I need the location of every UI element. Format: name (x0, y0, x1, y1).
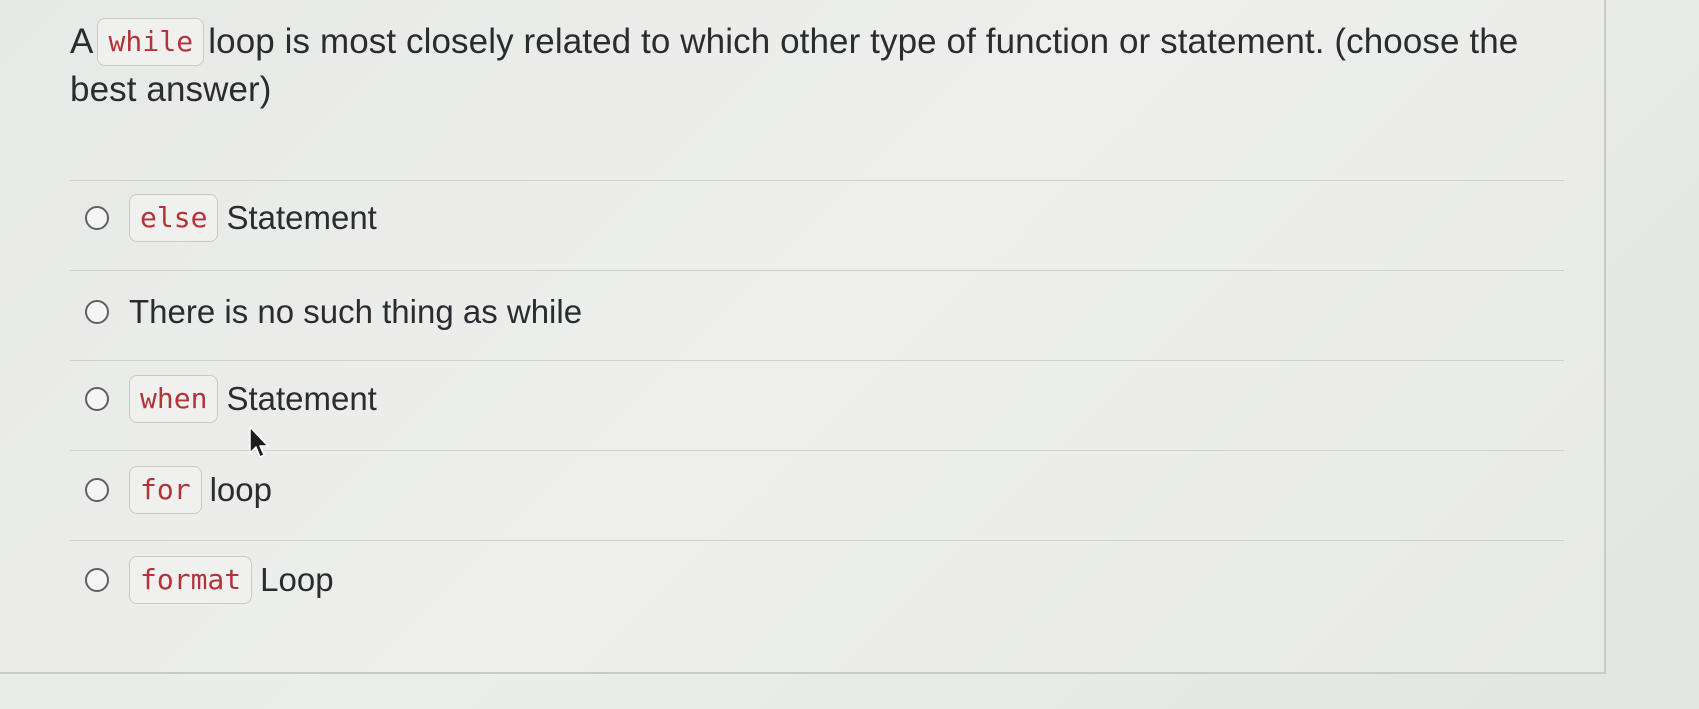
answer-code: when (129, 375, 219, 423)
radio-button-icon[interactable] (85, 478, 109, 502)
divider (70, 360, 1564, 361)
answer-label: There is no such thing as while (129, 293, 582, 331)
answer-text: There is no such thing as while (129, 293, 583, 330)
divider (70, 270, 1564, 271)
answer-option-when[interactable]: when Statement (70, 371, 377, 427)
answer-option-for[interactable]: for loop (70, 462, 272, 518)
question-code-while: while (97, 18, 205, 66)
answer-option-no-such-thing[interactable]: There is no such thing as while (70, 284, 582, 340)
radio-button-icon[interactable] (85, 206, 109, 230)
answer-label: for loop (129, 466, 272, 514)
answer-label: when Statement (129, 375, 377, 423)
answer-text: Statement (226, 380, 377, 417)
answer-text: loop (209, 471, 272, 508)
divider (70, 180, 1564, 181)
page: Awhile loop is most closely related to wh… (0, 0, 1699, 709)
mouse-pointer-icon (249, 426, 269, 458)
answer-code: format (129, 556, 253, 604)
answer-text: Loop (260, 561, 334, 598)
answer-option-format[interactable]: format Loop (70, 552, 334, 608)
answer-label: format Loop (129, 556, 334, 604)
radio-button-icon[interactable] (85, 387, 109, 411)
answer-code: else (129, 194, 219, 242)
radio-button-icon[interactable] (85, 300, 109, 324)
question-card: Awhile loop is most closely related to wh… (0, 0, 1606, 674)
divider (70, 540, 1564, 541)
divider (70, 450, 1564, 451)
answer-label: else Statement (129, 194, 377, 242)
question-text: Awhile loop is most closely related to wh… (70, 18, 1570, 114)
question-suffix: loop is most closely related to which ot… (70, 22, 1519, 109)
radio-button-icon[interactable] (85, 568, 109, 592)
answer-text: Statement (226, 199, 377, 236)
answer-code: for (129, 466, 202, 514)
question-prefix: A (70, 22, 94, 61)
answer-option-else[interactable]: else Statement (70, 190, 377, 246)
